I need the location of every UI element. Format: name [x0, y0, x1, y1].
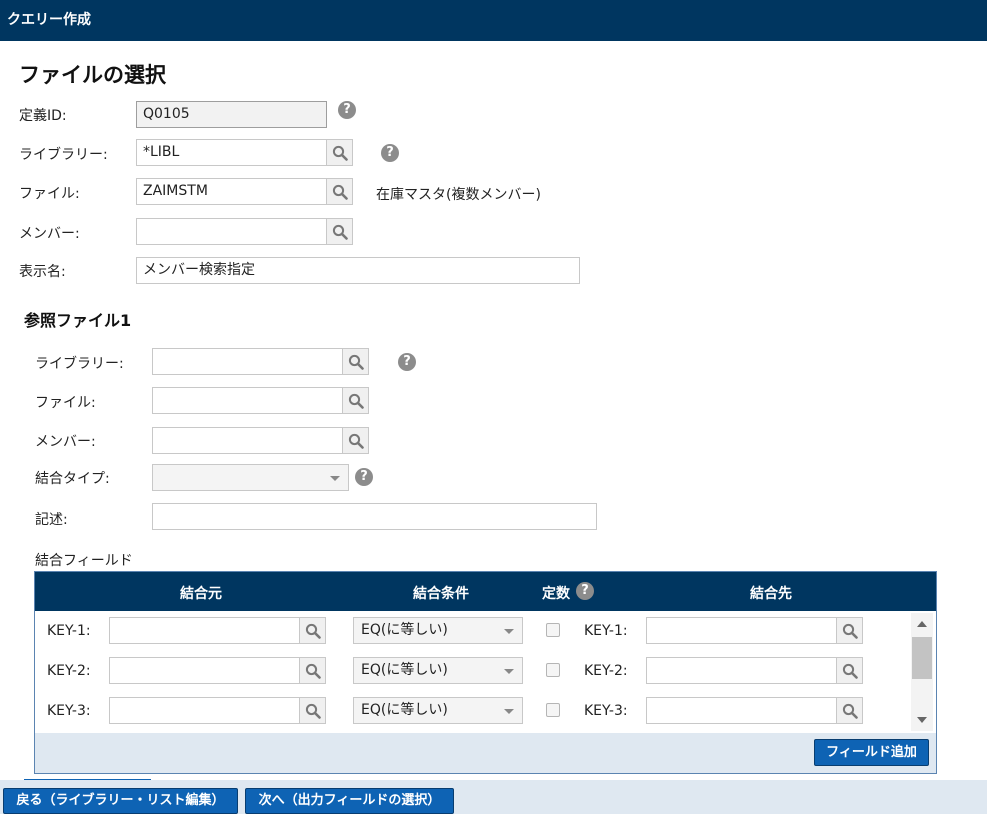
search-icon: [348, 354, 364, 370]
join-fields-label: 結合フィールド: [35, 553, 133, 569]
library-input[interactable]: *LIBL: [136, 139, 327, 166]
row-3-condition-select[interactable]: EQ(に等しい): [353, 697, 523, 724]
row-2-condition-value: EQ(に等しい): [361, 662, 448, 678]
library-label: ライブラリー:: [19, 147, 108, 163]
display-name-input[interactable]: メンバー検索指定: [136, 257, 580, 284]
search-icon: [332, 224, 348, 240]
scroll-down-arrow-icon[interactable]: [917, 717, 927, 723]
search-icon: [305, 703, 321, 719]
help-icon[interactable]: ?: [338, 101, 356, 119]
join-type-select[interactable]: [152, 464, 349, 491]
member-label: メンバー:: [19, 226, 80, 242]
ref-file-input[interactable]: [152, 387, 343, 414]
row-2-target-search-button[interactable]: [836, 657, 863, 684]
scroll-thumb[interactable]: [912, 637, 932, 679]
search-icon: [348, 393, 364, 409]
help-icon[interactable]: ?: [381, 144, 399, 162]
ref-member-label: メンバー:: [35, 434, 96, 450]
ref-library-search-button[interactable]: [342, 348, 369, 375]
member-search-button[interactable]: [326, 218, 353, 245]
row-3-source-key: KEY-3:: [47, 703, 91, 719]
row-1-condition-select[interactable]: EQ(に等しい): [353, 617, 523, 644]
window-title: クエリー作成: [7, 12, 91, 28]
chevron-down-icon: [330, 476, 340, 481]
search-icon: [348, 433, 364, 449]
row-3-target-key: KEY-3:: [584, 703, 628, 719]
ref-library-input[interactable]: [152, 348, 343, 375]
help-icon[interactable]: ?: [398, 353, 416, 371]
ref-description-label: 記述:: [35, 512, 68, 528]
help-icon[interactable]: ?: [576, 582, 594, 600]
column-header-target: 結合先: [750, 586, 792, 602]
row-2-source-input[interactable]: [109, 657, 300, 684]
row-1-source-search-button[interactable]: [299, 617, 326, 644]
row-2-constant-checkbox[interactable]: [546, 663, 560, 677]
ref-file-search-button[interactable]: [342, 387, 369, 414]
next-button[interactable]: 次へ（出力フィールドの選択）: [245, 788, 454, 814]
row-2-target-input[interactable]: [646, 657, 837, 684]
row-3-target-search-button[interactable]: [836, 697, 863, 724]
column-header-source: 結合元: [180, 586, 222, 602]
row-1-target-key: KEY-1:: [584, 623, 628, 639]
search-icon: [332, 145, 348, 161]
page-title: ファイルの選択: [19, 63, 166, 87]
ref-file-label: ファイル:: [35, 395, 96, 411]
file-input[interactable]: ZAIMSTM: [136, 178, 327, 205]
row-1-source-input[interactable]: [109, 617, 300, 644]
row-3-condition-value: EQ(に等しい): [361, 702, 448, 718]
search-icon: [842, 703, 858, 719]
row-1-target-search-button[interactable]: [836, 617, 863, 644]
column-header-condition: 結合条件: [413, 586, 469, 602]
search-icon: [305, 663, 321, 679]
chevron-down-icon: [504, 629, 514, 634]
join-fields-footer: フィールド追加: [35, 733, 936, 773]
search-icon: [305, 623, 321, 639]
window-title-bar: クエリー作成: [0, 0, 987, 41]
definition-id-field: Q0105: [136, 101, 327, 128]
definition-id-label: 定義ID:: [19, 108, 67, 124]
footer-bar: 戻る（ライブラリー・リスト編集） 次へ（出力フィールドの選択）: [0, 780, 987, 814]
search-icon: [332, 184, 348, 200]
ref-member-input[interactable]: [152, 427, 343, 454]
row-2-source-key: KEY-2:: [47, 663, 91, 679]
member-input[interactable]: [136, 218, 327, 245]
join-type-label: 結合タイプ:: [35, 471, 110, 487]
ref-description-input[interactable]: [152, 503, 597, 530]
chevron-down-icon: [504, 709, 514, 714]
row-1-target-input[interactable]: [646, 617, 837, 644]
scroll-up-arrow-icon[interactable]: [917, 621, 927, 627]
file-description-text: 在庫マスタ(複数メンバー): [376, 187, 541, 203]
row-3-source-input[interactable]: [109, 697, 300, 724]
row-3-constant-checkbox[interactable]: [546, 703, 560, 717]
ref-library-label: ライブラリー:: [35, 356, 124, 372]
row-1-constant-checkbox[interactable]: [546, 623, 560, 637]
join-fields-scrollbar[interactable]: [911, 613, 933, 731]
row-2-source-search-button[interactable]: [299, 657, 326, 684]
row-1-source-key: KEY-1:: [47, 623, 91, 639]
row-3-target-input[interactable]: [646, 697, 837, 724]
join-fields-grid: 結合元 結合条件 定数 ? 結合先 KEY-1: EQ(に等しい) KEY-1:…: [34, 571, 937, 774]
column-header-constant: 定数: [542, 586, 570, 602]
library-search-button[interactable]: [326, 139, 353, 166]
row-2-condition-select[interactable]: EQ(に等しい): [353, 657, 523, 684]
add-field-button[interactable]: フィールド追加: [814, 739, 929, 766]
row-2-target-key: KEY-2:: [584, 663, 628, 679]
row-1-condition-value: EQ(に等しい): [361, 622, 448, 638]
display-name-label: 表示名:: [19, 264, 66, 280]
chevron-down-icon: [504, 669, 514, 674]
join-fields-header: 結合元 結合条件 定数 ? 結合先: [35, 572, 936, 611]
search-icon: [842, 663, 858, 679]
search-icon: [842, 623, 858, 639]
back-button[interactable]: 戻る（ライブラリー・リスト編集）: [3, 788, 238, 814]
row-3-source-search-button[interactable]: [299, 697, 326, 724]
ref-member-search-button[interactable]: [342, 427, 369, 454]
reference-file-heading: 参照ファイル1: [24, 311, 132, 330]
file-label: ファイル:: [19, 186, 80, 202]
file-search-button[interactable]: [326, 178, 353, 205]
help-icon[interactable]: ?: [355, 468, 373, 486]
